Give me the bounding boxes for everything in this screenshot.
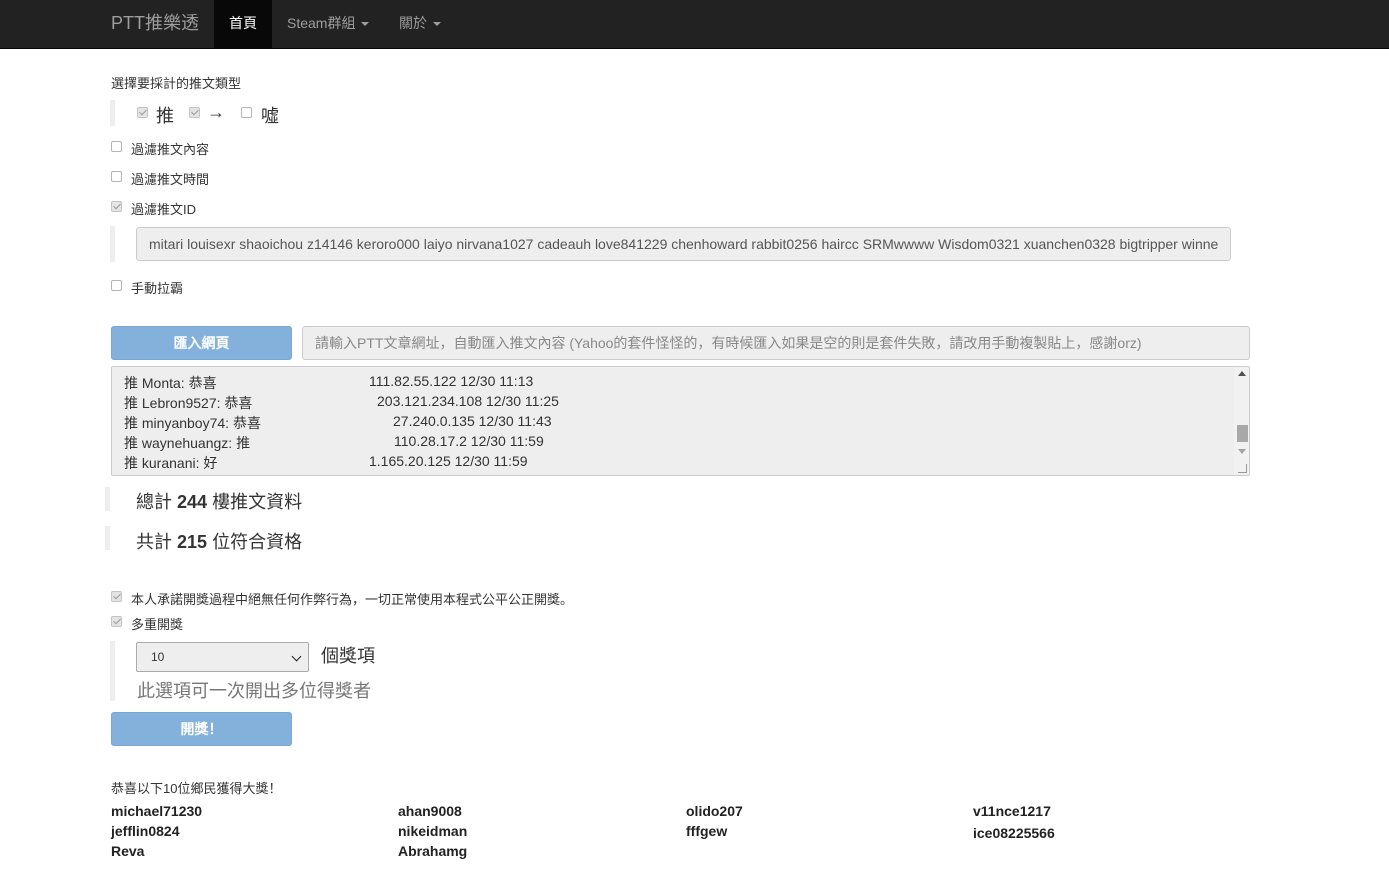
- qualified-count: 215: [177, 532, 208, 552]
- push-type-title: 選擇要採計的推文類型: [111, 76, 242, 91]
- filter-content-checkbox[interactable]: [111, 141, 122, 152]
- scroll-thumb[interactable]: [1237, 425, 1248, 442]
- caret-down-icon: [433, 22, 441, 27]
- scroll-up-arrow-icon[interactable]: [1238, 371, 1246, 376]
- filter-content-label: 過濾推文內容: [131, 142, 210, 157]
- filter-id-quote-bar: [110, 226, 115, 262]
- boo-label: 噓: [261, 106, 279, 126]
- nav-about[interactable]: 關於: [399, 0, 441, 48]
- qualified-quote-bar: [105, 526, 110, 550]
- filter-time-label: 過濾推文時間: [131, 172, 210, 187]
- winner-name: fffgew: [686, 823, 728, 839]
- prize-count-select[interactable]: 10: [136, 642, 309, 672]
- filter-id-checkbox[interactable]: [111, 201, 122, 212]
- push-type-quote-bar: [110, 100, 115, 126]
- pledge-label: 本人承諾開獎過程中絕無任何作弊行為，一切正常使用本程式公平公正開獎。: [131, 592, 574, 607]
- total-quote-bar: [105, 487, 110, 511]
- navbar: PTT推樂透 首頁 Steam群組 關於: [0, 0, 1389, 49]
- winner-name: jefflin0824: [111, 823, 180, 839]
- comment-meta: 110.28.17.2 12/30 11:59: [394, 433, 544, 449]
- import-page-button[interactable]: 匯入網頁: [111, 326, 292, 360]
- arrow-checkbox[interactable]: [189, 107, 200, 118]
- pledge-checkbox[interactable]: [111, 591, 122, 602]
- comment-meta: 27.240.0.135 12/30 11:43: [393, 413, 552, 429]
- comments-textarea[interactable]: 推 Monta: 恭喜 111.82.55.122 12/30 11:13 推 …: [111, 366, 1250, 476]
- draw-quote-bar: [110, 641, 115, 701]
- comment-line: 推 kuranani: 好: [124, 455, 218, 471]
- textarea-scrollbar[interactable]: [1234, 367, 1249, 475]
- qualified-stat: 共計 215 位符合資格: [136, 528, 302, 554]
- comment-line: 推 waynehuangz: 推: [124, 435, 251, 451]
- results-title: 恭喜以下10位鄉民獲得大獎！: [111, 781, 282, 796]
- caret-down-icon: [361, 22, 370, 27]
- winner-name: Reva: [111, 843, 145, 859]
- winner-name: v11nce1217: [973, 803, 1051, 819]
- winner-name: michael71230: [111, 803, 203, 819]
- total-count: 244: [177, 492, 208, 512]
- push-label: 推: [156, 106, 174, 126]
- manual-slot-label: 手動拉霸: [131, 281, 184, 296]
- winner-name: ahan9008: [398, 803, 462, 819]
- comment-line: 推 Monta: 恭喜: [124, 375, 217, 391]
- scroll-down-arrow-icon[interactable]: [1238, 449, 1246, 454]
- nav-home-label: 首頁: [229, 15, 257, 31]
- filter-time-checkbox[interactable]: [111, 171, 122, 182]
- multi-draw-checkbox[interactable]: [111, 616, 122, 627]
- brand-link[interactable]: PTT推樂透: [111, 0, 199, 48]
- comment-meta: 111.82.55.122 12/30 11:13: [369, 373, 534, 389]
- total-suffix: 樓推文資料: [212, 492, 303, 512]
- import-url-input[interactable]: 請輸入PTT文章網址，自動匯入推文內容 (Yahoo的套件怪怪的，有時候匯入如果…: [302, 326, 1250, 360]
- draw-help-text: 此選項可一次開出多位得獎者: [137, 681, 371, 701]
- qualified-prefix: 共計: [136, 532, 172, 552]
- comment-line: 推 Lebron9527: 恭喜: [124, 395, 253, 411]
- multi-draw-label: 多重開獎: [131, 617, 184, 632]
- winner-name: olido207: [686, 803, 743, 819]
- draw-button[interactable]: 開獎！: [111, 712, 292, 746]
- winner-name: Abrahamg: [398, 843, 468, 859]
- comment-line: 推 minyanboy74: 恭喜: [124, 415, 261, 431]
- nav-steam-group[interactable]: Steam群組: [287, 0, 370, 48]
- qualified-suffix: 位符合資格: [212, 532, 303, 552]
- manual-slot-checkbox[interactable]: [111, 280, 122, 291]
- nav-home[interactable]: 首頁: [214, 0, 272, 48]
- filter-id-label: 過濾推文ID: [131, 202, 197, 217]
- boo-checkbox[interactable]: [241, 107, 252, 118]
- winner-name: nikeidman: [398, 823, 468, 839]
- total-prefix: 總計: [136, 492, 172, 512]
- winner-name: ice08225566: [973, 825, 1055, 841]
- resize-grip-icon[interactable]: [1238, 464, 1247, 473]
- arrow-label: →: [207, 102, 225, 122]
- filter-id-input[interactable]: mitari louisexr shaoichou z14146 keroro0…: [136, 227, 1231, 261]
- comment-meta: 203.121.234.108 12/30 11:25: [377, 393, 559, 409]
- comment-meta: 1.165.20.125 12/30 11:59: [369, 453, 528, 469]
- total-stat: 總計 244 樓推文資料: [136, 488, 302, 514]
- prize-unit-label: 個獎項: [321, 646, 375, 666]
- prize-count-value: 10: [151, 650, 165, 664]
- push-checkbox[interactable]: [137, 107, 148, 118]
- nav-steam-label: Steam群組: [287, 15, 356, 31]
- nav-about-label: 關於: [399, 15, 427, 31]
- chevron-down-icon: [291, 651, 302, 662]
